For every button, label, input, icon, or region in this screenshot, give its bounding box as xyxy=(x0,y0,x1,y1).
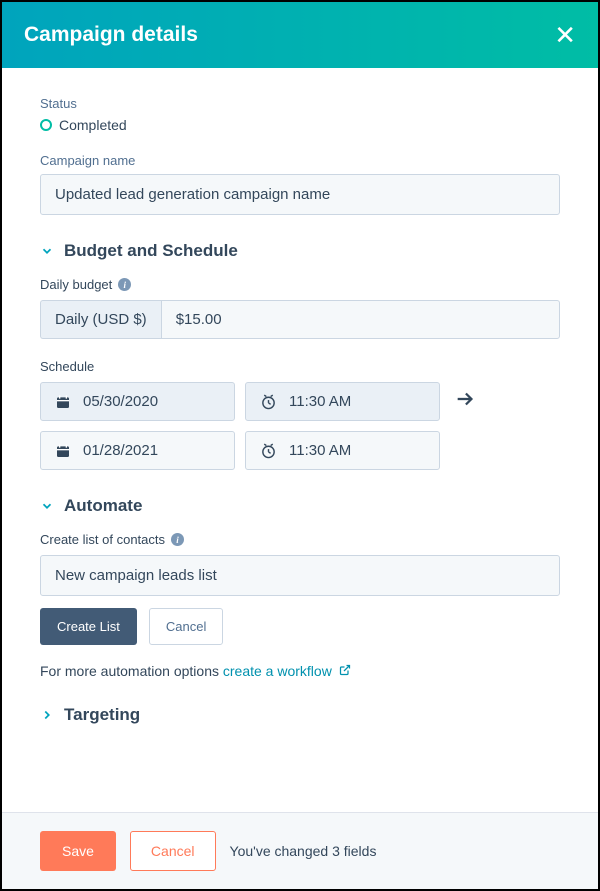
close-icon[interactable]: ✕ xyxy=(554,22,576,48)
changed-fields-text: You've changed 3 fields xyxy=(230,843,377,859)
schedule-start-row: 05/30/2020 11:30 AM xyxy=(40,382,560,421)
cancel-list-button[interactable]: Cancel xyxy=(149,608,223,645)
modal-title: Campaign details xyxy=(24,23,198,47)
section-targeting[interactable]: Targeting xyxy=(40,705,560,725)
chevron-down-icon xyxy=(40,244,54,258)
contacts-list-input[interactable] xyxy=(40,555,560,596)
start-date-input[interactable]: 05/30/2020 xyxy=(40,382,235,421)
calendar-icon xyxy=(55,443,71,459)
arrow-right-icon xyxy=(450,388,480,416)
create-workflow-link[interactable]: create a workflow xyxy=(223,663,351,679)
calendar-icon xyxy=(55,394,71,410)
section-budget-schedule[interactable]: Budget and Schedule xyxy=(40,241,560,261)
contacts-list-label: Create list of contacts i xyxy=(40,532,560,547)
schedule-end-row: 01/28/2021 11:30 AM xyxy=(40,431,560,470)
clock-icon xyxy=(260,442,277,459)
budget-amount-input[interactable] xyxy=(161,300,560,339)
end-time-input[interactable]: 11:30 AM xyxy=(245,431,440,470)
start-time-input[interactable]: 11:30 AM xyxy=(245,382,440,421)
modal-content: Status Completed Campaign name Budget an… xyxy=(2,68,598,812)
section-title: Automate xyxy=(64,496,142,516)
save-button[interactable]: Save xyxy=(40,831,116,871)
cancel-button[interactable]: Cancel xyxy=(130,831,216,871)
create-list-button[interactable]: Create List xyxy=(40,608,137,645)
status-value: Completed xyxy=(59,117,127,133)
clock-icon xyxy=(260,393,277,410)
schedule-label: Schedule xyxy=(40,359,560,374)
chevron-down-icon xyxy=(40,499,54,513)
budget-currency-prefix[interactable]: Daily (USD $) xyxy=(40,300,161,339)
end-date-input[interactable]: 01/28/2021 xyxy=(40,431,235,470)
chevron-right-icon xyxy=(40,708,54,722)
section-title: Targeting xyxy=(64,705,140,725)
modal-footer: Save Cancel You've changed 3 fields xyxy=(2,812,598,889)
modal-header: Campaign details ✕ xyxy=(2,2,598,68)
daily-budget-group: Daily (USD $) xyxy=(40,300,560,339)
status-row: Completed xyxy=(40,117,560,133)
daily-budget-label: Daily budget i xyxy=(40,277,560,292)
section-title: Budget and Schedule xyxy=(64,241,238,261)
info-icon[interactable]: i xyxy=(171,533,184,546)
status-circle-icon xyxy=(40,119,52,131)
campaign-name-label: Campaign name xyxy=(40,153,560,168)
external-link-icon xyxy=(339,663,351,679)
campaign-name-input[interactable] xyxy=(40,174,560,215)
info-icon[interactable]: i xyxy=(118,278,131,291)
status-label: Status xyxy=(40,96,560,111)
section-automate[interactable]: Automate xyxy=(40,496,560,516)
automate-button-row: Create List Cancel xyxy=(40,608,560,645)
automation-more-text: For more automation options create a wor… xyxy=(40,663,560,679)
